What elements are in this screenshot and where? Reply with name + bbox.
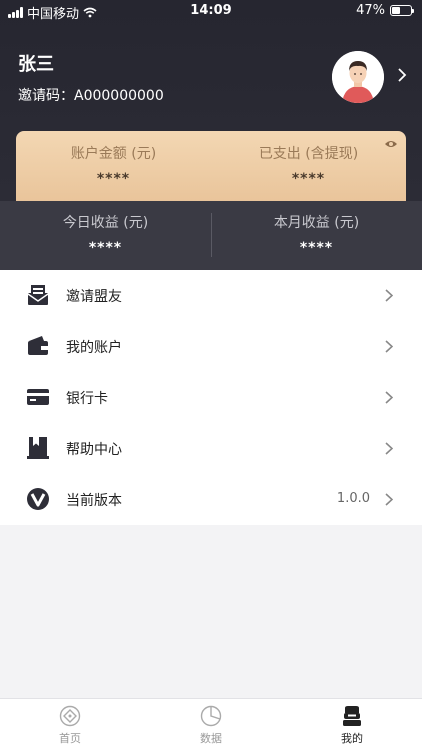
tab-mine[interactable]: 我的 [282, 705, 422, 746]
today-earnings-value: **** [88, 240, 123, 256]
menu-label-version: 当前版本 [66, 493, 122, 509]
avatar[interactable] [332, 51, 384, 103]
chevron-right-icon[interactable] [396, 68, 408, 82]
menu-list: 邀请盟友 我的账户 银行卡 帮助中心 当前版本 1.0.0 [0, 270, 422, 525]
tab-data-label: 数据 [200, 732, 222, 745]
invite-code-value[interactable]: A000000000 [74, 88, 164, 104]
avatar-person-icon [332, 51, 384, 103]
menu-label-bank-card: 银行卡 [66, 391, 108, 407]
version-value: 1.0.0 [336, 491, 370, 506]
balance-card: 账户金额 (元) **** 已支出 (含提现) **** [16, 131, 406, 203]
menu-item-bank-card[interactable]: 银行卡 [0, 372, 422, 423]
tab-home-label: 首页 [59, 732, 81, 745]
profile-header: 中国移动 14:09 47% 张三 邀请码：A000000000 账户金额 (元… [0, 0, 422, 270]
month-earnings-value: **** [299, 240, 334, 256]
menu-label-my-account: 我的账户 [66, 340, 122, 356]
menu-label-invite: 邀请盟友 [66, 289, 122, 305]
account-amount: 账户金额 (元) **** [16, 143, 211, 187]
month-earnings: 本月收益 (元) **** [211, 212, 422, 256]
invite-code-label: 邀请码： [18, 88, 74, 104]
user-name: 张三 [18, 54, 54, 75]
month-earnings-label: 本月收益 (元) [273, 215, 360, 231]
battery-icon [390, 5, 414, 16]
tab-bar: 首页 数据 我的 [0, 698, 422, 750]
chevron-right-icon [385, 289, 393, 302]
menu-item-my-account[interactable]: 我的账户 [0, 321, 422, 372]
menu-item-version[interactable]: 当前版本 1.0.0 [0, 474, 422, 525]
spent-amount: 已支出 (含提现) **** [211, 143, 406, 187]
home-icon [59, 705, 81, 727]
eye-icon[interactable] [384, 139, 398, 149]
invite-code-row: 邀请码：A000000000 [18, 85, 164, 105]
spent-label: 已支出 (含提现) [258, 146, 359, 162]
status-right: 47% [356, 3, 414, 18]
today-earnings: 今日收益 (元) **** [0, 212, 211, 256]
status-bar: 中国移动 14:09 47% [0, 0, 422, 22]
menu-label-help-center: 帮助中心 [66, 442, 122, 458]
version-logo-icon [27, 488, 49, 510]
tab-home[interactable]: 首页 [0, 705, 140, 746]
account-amount-label: 账户金额 (元) [70, 146, 157, 162]
chevron-right-icon [385, 340, 393, 353]
chevron-right-icon [385, 493, 393, 506]
profile-icon [343, 706, 361, 726]
help-book-icon [27, 437, 49, 459]
tab-data[interactable]: 数据 [141, 705, 281, 746]
today-earnings-label: 今日收益 (元) [62, 215, 149, 231]
chevron-right-icon [385, 391, 393, 404]
wallet-icon [28, 336, 48, 355]
menu-item-invite[interactable]: 邀请盟友 [0, 270, 422, 321]
pie-chart-icon [200, 705, 222, 727]
battery-percent: 47% [356, 3, 385, 18]
invite-icon [27, 285, 49, 305]
bank-card-icon [27, 389, 49, 405]
chevron-right-icon [385, 442, 393, 455]
earnings-panel: 今日收益 (元) **** 本月收益 (元) **** [0, 201, 422, 270]
account-amount-value: **** [96, 171, 131, 187]
menu-item-help-center[interactable]: 帮助中心 [0, 423, 422, 474]
tab-mine-label: 我的 [341, 732, 363, 745]
spent-value: **** [291, 171, 326, 187]
